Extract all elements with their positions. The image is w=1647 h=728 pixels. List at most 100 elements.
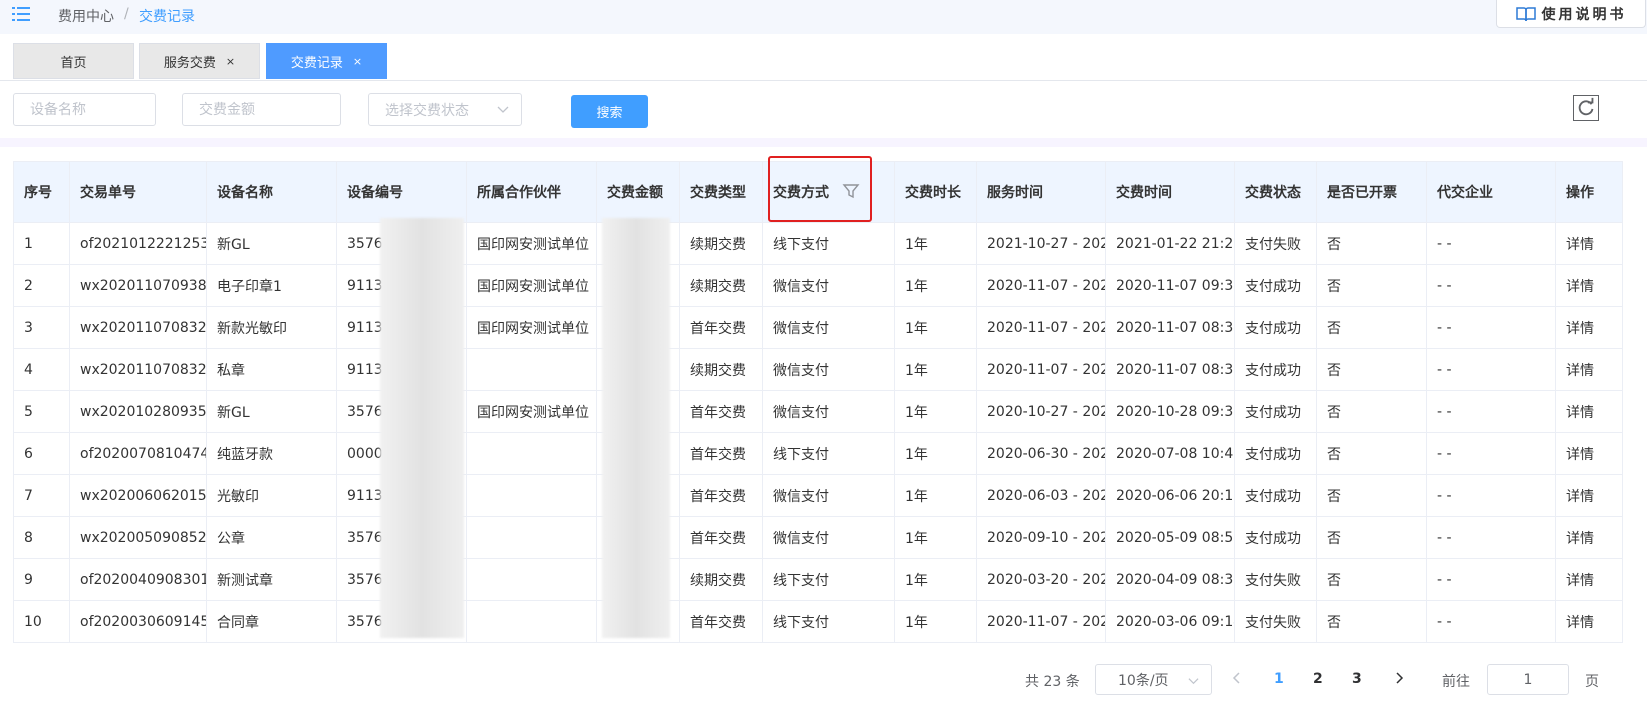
cell-partner bbox=[466, 558, 597, 601]
table-row: 5wx20201028093553新GL357637国印网安测试单位首年交费微信… bbox=[13, 390, 1623, 433]
prev-page-icon[interactable] bbox=[1230, 671, 1244, 685]
cell-order-no: wx20200509085211 bbox=[69, 516, 207, 559]
cell-service-time: 2020-06-30 - 2021 bbox=[976, 432, 1106, 475]
cell-invoiced: 否 bbox=[1316, 306, 1427, 349]
cell-partner bbox=[466, 348, 597, 391]
table-row: 1of20210122212532新GL357687国印网安测试单位续期交费线下… bbox=[13, 222, 1623, 265]
cell-fee-type: 首年交费 bbox=[679, 516, 763, 559]
tab-fee-records[interactable]: 交费记录 × bbox=[266, 43, 387, 79]
cell-service-time: 2020-11-07 - 2021 bbox=[976, 306, 1106, 349]
details-link[interactable]: 详情 bbox=[1555, 600, 1623, 643]
cell-status: 支付成功 bbox=[1234, 432, 1317, 475]
table-row: 7wx20200606201550光敏印91138首年交费微信支付1年2020-… bbox=[13, 474, 1623, 517]
page-size-select[interactable]: 10条/页 bbox=[1095, 664, 1212, 695]
cell-service-time: 2021-10-27 - 2022 bbox=[976, 222, 1106, 265]
cell-index: 4 bbox=[13, 348, 70, 391]
cell-status: 支付失败 bbox=[1234, 558, 1317, 601]
page-1[interactable]: 1 bbox=[1274, 671, 1284, 687]
search-button[interactable]: 搜索 bbox=[571, 95, 648, 128]
cell-order-no: of20200306091458 bbox=[69, 600, 207, 643]
cell-order-no: wx20200606201550 bbox=[69, 474, 207, 517]
cell-service-time: 2020-11-07 - 2021 bbox=[976, 600, 1106, 643]
cell-invoiced: 否 bbox=[1316, 558, 1427, 601]
device-no-prefix: 3576 bbox=[347, 571, 383, 588]
close-icon[interactable]: × bbox=[226, 55, 235, 68]
close-icon[interactable]: × bbox=[353, 55, 362, 68]
cell-duration: 1年 bbox=[894, 474, 977, 517]
device-no-prefix: 9113 bbox=[347, 487, 383, 504]
cell-order-no: of20200708104746 bbox=[69, 432, 207, 475]
cell-duration: 1年 bbox=[894, 558, 977, 601]
details-link[interactable]: 详情 bbox=[1555, 516, 1623, 559]
cell-service-time: 2020-03-20 - 2021 bbox=[976, 558, 1106, 601]
cell-partner bbox=[466, 600, 597, 643]
goto-label: 前往 bbox=[1442, 674, 1470, 690]
cell-proxy-company: - - bbox=[1426, 222, 1556, 265]
redaction-blur-amount bbox=[602, 218, 670, 638]
breadcrumb-fee-center[interactable]: 费用中心 bbox=[58, 6, 114, 26]
refresh-icon[interactable] bbox=[1573, 95, 1599, 121]
device-name-input[interactable] bbox=[13, 93, 156, 126]
cell-proxy-company: - - bbox=[1426, 516, 1556, 559]
details-link[interactable]: 详情 bbox=[1555, 432, 1623, 475]
cell-duration: 1年 bbox=[894, 390, 977, 433]
goto-page-input[interactable] bbox=[1487, 664, 1569, 695]
details-link[interactable]: 详情 bbox=[1555, 348, 1623, 391]
cell-index: 3 bbox=[13, 306, 70, 349]
details-link[interactable]: 详情 bbox=[1555, 558, 1623, 601]
cell-fee-type: 首年交费 bbox=[679, 432, 763, 475]
cell-index: 9 bbox=[13, 558, 70, 601]
cell-pay-method: 微信支付 bbox=[762, 516, 895, 559]
cell-service-time: 2020-09-10 - 2021 bbox=[976, 516, 1106, 559]
cell-pay-time: 2020-11-07 08:33: bbox=[1105, 306, 1235, 349]
cell-status: 支付成功 bbox=[1234, 474, 1317, 517]
table-row: 8wx20200509085211公章35762首年交费微信支付1年2020-0… bbox=[13, 516, 1623, 559]
cell-device-name: 私章 bbox=[206, 348, 337, 391]
tab-service-fee[interactable]: 服务交费 × bbox=[139, 43, 260, 79]
cell-index: 5 bbox=[13, 390, 70, 433]
tab-label: 服务交费 bbox=[163, 55, 216, 71]
user-manual-button[interactable]: 使用说明书 bbox=[1496, 0, 1646, 28]
cell-proxy-company: - - bbox=[1426, 474, 1556, 517]
cell-pay-method: 微信支付 bbox=[762, 306, 895, 349]
cell-partner bbox=[466, 474, 597, 517]
page-2[interactable]: 2 bbox=[1313, 671, 1323, 687]
details-link[interactable]: 详情 bbox=[1555, 222, 1623, 265]
cell-service-time: 2020-06-03 - 2021 bbox=[976, 474, 1106, 517]
cell-service-time: 2020-10-27 - 2021 bbox=[976, 390, 1106, 433]
cell-device-name: 新款光敏印 bbox=[206, 306, 337, 349]
cell-pay-method: 线下支付 bbox=[762, 432, 895, 475]
fee-records-table: 序号 交易单号 设备名称 设备编号 所属合作伙伴 交费金额 交费类型 交费方式 … bbox=[13, 161, 1623, 643]
cell-index: 7 bbox=[13, 474, 70, 517]
tab-label: 交费记录 bbox=[290, 55, 343, 71]
highlight-box bbox=[768, 156, 872, 222]
status-select[interactable]: 选择交费状态 bbox=[368, 93, 522, 126]
cell-proxy-company: - - bbox=[1426, 390, 1556, 433]
amount-input[interactable] bbox=[182, 93, 341, 126]
user-manual-label: 使用说明书 bbox=[1541, 6, 1627, 23]
details-link[interactable]: 详情 bbox=[1555, 390, 1623, 433]
cell-pay-method: 线下支付 bbox=[762, 222, 895, 265]
cell-status: 支付成功 bbox=[1234, 306, 1317, 349]
cell-duration: 1年 bbox=[894, 264, 977, 307]
menu-toggle-icon[interactable] bbox=[12, 5, 30, 23]
cell-partner: 国印网安测试单位 bbox=[466, 264, 597, 307]
table-row: 2wx20201107093813电子印章1911360国印网安测试单位续期交费… bbox=[13, 264, 1623, 307]
details-link[interactable]: 详情 bbox=[1555, 474, 1623, 517]
tab-home[interactable]: 首页 bbox=[13, 43, 134, 79]
next-page-icon[interactable] bbox=[1392, 671, 1406, 685]
cell-fee-type: 首年交费 bbox=[679, 600, 763, 643]
device-no-prefix: 0000 bbox=[347, 445, 383, 462]
section-divider bbox=[0, 138, 1647, 147]
page-3[interactable]: 3 bbox=[1352, 671, 1362, 687]
cell-invoiced: 否 bbox=[1316, 600, 1427, 643]
device-no-prefix: 3576 bbox=[347, 403, 383, 420]
details-link[interactable]: 详情 bbox=[1555, 264, 1623, 307]
cell-invoiced: 否 bbox=[1316, 390, 1427, 433]
cell-pay-method: 微信支付 bbox=[762, 348, 895, 391]
cell-pay-time: 2020-11-07 09:38: bbox=[1105, 264, 1235, 307]
table-row: 4wx20201107083224私章911367续期交费微信支付1年2020-… bbox=[13, 348, 1623, 391]
details-link[interactable]: 详情 bbox=[1555, 306, 1623, 349]
cell-invoiced: 否 bbox=[1316, 348, 1427, 391]
cell-partner bbox=[466, 432, 597, 475]
